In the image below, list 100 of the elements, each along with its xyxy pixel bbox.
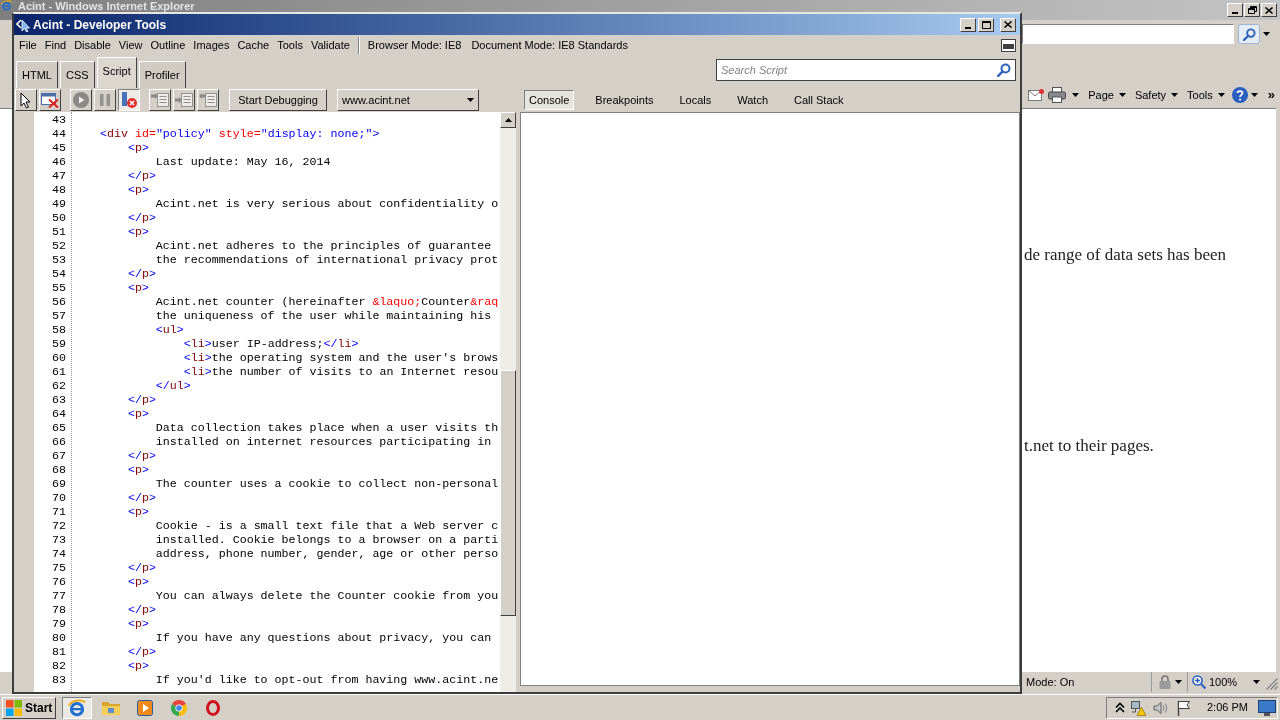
minimize-icon (965, 26, 971, 29)
search-field[interactable]: Search Script (716, 59, 1016, 81)
menu-item[interactable]: Disable (70, 37, 115, 54)
minimize-button[interactable] (960, 17, 976, 32)
code-line: <p> (127, 141, 149, 155)
line-number: 55 (52, 281, 66, 295)
code-line: </p> (127, 267, 156, 281)
menu-item[interactable]: Cache (233, 37, 274, 54)
restore-icon (1247, 6, 1257, 14)
menu-item[interactable]: Images (189, 37, 234, 54)
line-number: 60 (52, 351, 66, 365)
start-button[interactable]: Start (2, 696, 56, 719)
clock[interactable]: 2:06 PM (1207, 699, 1248, 716)
bar-x-circle-icon (121, 92, 137, 108)
lines-arrow-icon (175, 93, 193, 107)
menu-button[interactable]: Tools (1187, 86, 1225, 104)
maximize-button[interactable] (978, 17, 994, 32)
pane-tab[interactable]: Call Stack (789, 90, 849, 110)
folder-icon (102, 700, 120, 715)
line-number: 76 (52, 575, 66, 589)
code-line: <p> (127, 463, 149, 477)
pane-tab[interactable]: Locals (674, 90, 717, 110)
mail-icon (1028, 89, 1045, 101)
help-icon (1231, 87, 1248, 103)
code-line: </p> (127, 645, 156, 659)
line-number: 54 (52, 267, 66, 281)
dock-button[interactable] (1001, 39, 1016, 52)
code-line: </p> (127, 561, 156, 575)
code-line: <li>the number of visits to an Internet resou (183, 365, 499, 379)
menu-item[interactable]: File (15, 37, 41, 54)
up-arrow-icon (504, 118, 512, 122)
line-number: 44 (52, 127, 66, 141)
line-number: 81 (52, 645, 66, 659)
pane-tab[interactable]: Console (524, 90, 575, 110)
start-debugging-button[interactable]: Start Debugging (229, 89, 327, 111)
pane-tab[interactable]: Breakpoints (590, 90, 659, 110)
desktop-icon[interactable] (1258, 699, 1276, 716)
tab[interactable]: Script (96, 57, 137, 88)
taskbar-button[interactable] (62, 696, 92, 719)
mail-button[interactable] (1028, 89, 1045, 101)
line-number: 70 (52, 491, 66, 505)
close-button[interactable] (1261, 3, 1277, 17)
line-number: 82 (52, 659, 66, 673)
code-line: <p> (127, 407, 149, 421)
code-line: The counter uses a cookie to collect non-personal (155, 477, 499, 491)
vertical-scrollbar[interactable] (500, 112, 516, 692)
code-line: the uniqueness of the user while maintaining his (155, 309, 492, 323)
code-line: installed on internet resources participating in (155, 435, 492, 449)
help-button[interactable] (1231, 87, 1258, 103)
code-line: <li>the operating system and the user's brows (183, 351, 499, 365)
caret-icon (1175, 680, 1182, 684)
menu-item[interactable]: View (114, 37, 147, 54)
code-line: Acint.net is very serious about confidentiality o (155, 197, 499, 211)
line-number: 75 (52, 561, 66, 575)
pane-tab[interactable]: Watch (732, 90, 773, 110)
flag-icon[interactable] (1177, 699, 1191, 716)
caret-icon (1262, 32, 1270, 36)
code-line: </p> (127, 169, 156, 183)
menu-button[interactable]: Safety (1134, 86, 1179, 104)
line-number: 73 (52, 533, 66, 547)
code-line: Data collection takes place when a user visits th (155, 421, 499, 435)
search-button[interactable] (1238, 24, 1260, 44)
menu-item[interactable]: Find (40, 37, 71, 54)
line-number: 45 (52, 141, 66, 155)
close-button[interactable] (1000, 17, 1016, 32)
scrollbar-thumb[interactable] (500, 370, 516, 616)
menu-item[interactable]: Validate (306, 37, 354, 54)
minimize-button[interactable] (1227, 3, 1243, 17)
network-warning-icon[interactable] (1130, 699, 1146, 716)
zoom-button[interactable]: 100% (1192, 672, 1262, 692)
chevron-up-icon[interactable] (1115, 702, 1125, 713)
maximize-icon (981, 20, 991, 29)
tab[interactable]: HTML (16, 61, 58, 88)
speaker-icon[interactable] (1153, 700, 1169, 715)
search-field[interactable] (1022, 24, 1234, 44)
line-number: 50 (52, 211, 66, 225)
menu-item[interactable]: Tools (273, 37, 307, 54)
search-icon (1242, 27, 1256, 41)
code-line: </p> (127, 491, 156, 505)
caret-icon (1072, 93, 1080, 97)
scroll-up-button[interactable] (500, 112, 516, 128)
tab[interactable]: Profiler (138, 61, 186, 88)
code-line: <ul> (155, 323, 184, 337)
mode-menu-item[interactable]: Document Mode: IE8 Standards (467, 37, 632, 54)
pause-icon (100, 94, 110, 106)
line-number: 72 (52, 519, 66, 533)
url-dropdown[interactable]: www.acint.net (337, 89, 479, 111)
line-number: 68 (52, 463, 66, 477)
printer-icon (1048, 87, 1067, 103)
print-button[interactable] (1048, 87, 1080, 103)
caret-icon (1250, 93, 1258, 97)
restore-button[interactable] (1244, 3, 1260, 17)
code-line: <p> (127, 575, 149, 589)
mode-menu-item[interactable]: Browser Mode: IE8 (363, 37, 466, 54)
overflow-button[interactable]: » (1265, 88, 1277, 102)
menu-button[interactable]: Page (1088, 86, 1126, 104)
caret-icon (1253, 680, 1260, 684)
tab[interactable]: CSS (59, 61, 95, 88)
menu-item[interactable]: Outline (146, 37, 190, 54)
code-line: <p> (127, 505, 149, 519)
